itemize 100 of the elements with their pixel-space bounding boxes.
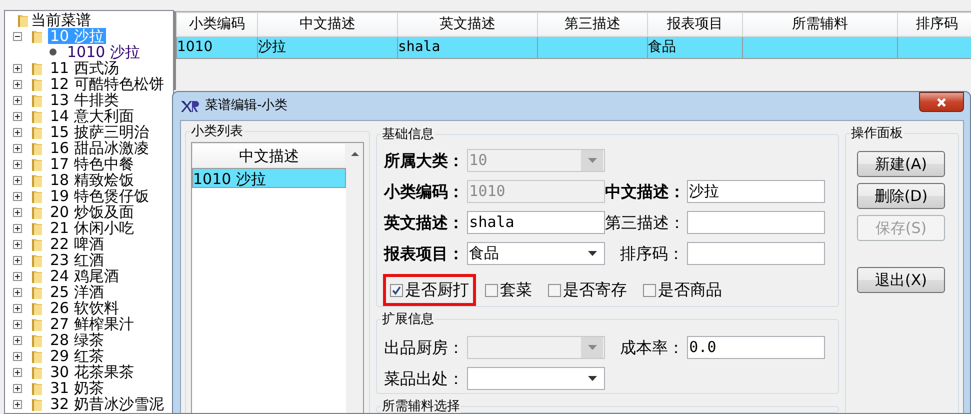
- expand-icon[interactable]: [13, 128, 22, 136]
- tree-root-label[interactable]: 当前菜谱: [29, 12, 93, 28]
- column-header[interactable]: 第三描述: [538, 12, 648, 36]
- field-label: 所属大类：: [382, 150, 466, 172]
- column-header[interactable]: 中文描述: [258, 12, 398, 36]
- action-button[interactable]: 删除(D): [856, 183, 945, 209]
- expand-icon[interactable]: [13, 240, 22, 248]
- folder-icon: [31, 332, 43, 348]
- column-header[interactable]: 报表项目: [648, 12, 742, 36]
- folder-icon: [31, 140, 43, 156]
- tree-item[interactable]: 19 特色煲仔饭: [48, 188, 151, 204]
- input-field[interactable]: [687, 242, 826, 265]
- bullet-icon: [49, 48, 57, 56]
- tree-item[interactable]: 17 特色中餐: [48, 156, 136, 172]
- column-header[interactable]: 中文描述: [192, 143, 346, 168]
- field-label: 英文描述：: [383, 212, 466, 234]
- tree-item[interactable]: 12 可酷特色松饼: [48, 76, 166, 92]
- folder-icon: [31, 300, 43, 316]
- expand-icon[interactable]: [13, 320, 22, 328]
- input-field[interactable]: [687, 211, 826, 234]
- folder-icon: [31, 220, 43, 236]
- input-field[interactable]: 沙拉: [687, 180, 826, 203]
- field-label: 菜品出处：: [383, 368, 466, 390]
- tree-item[interactable]: 30 花茶果茶: [48, 364, 136, 380]
- tree-item[interactable]: 16 甜品冰激凌: [48, 140, 151, 156]
- tree-item[interactable]: 32 奶昔冰沙雪泥: [48, 396, 166, 412]
- expand-icon[interactable]: [13, 96, 22, 104]
- action-button[interactable]: 退出(X): [856, 267, 945, 293]
- expand-icon[interactable]: [13, 336, 22, 344]
- checkbox[interactable]: 是否寄存: [544, 277, 632, 303]
- input-field[interactable]: 0.0: [687, 336, 826, 359]
- tree-item[interactable]: 28 绿茶: [48, 332, 106, 348]
- folder-icon: [31, 108, 43, 124]
- expand-icon[interactable]: [13, 256, 22, 264]
- column-header[interactable]: 英文描述: [398, 12, 538, 36]
- checkbox[interactable]: 套菜: [481, 277, 536, 303]
- tree-item[interactable]: 22 啤酒: [48, 236, 106, 252]
- tree-item[interactable]: 18 精致烩饭: [48, 172, 136, 188]
- collapse-icon[interactable]: [13, 32, 22, 40]
- expand-icon[interactable]: [13, 64, 22, 72]
- folder-icon: [31, 252, 43, 268]
- close-button[interactable]: [919, 92, 964, 112]
- checkbox[interactable]: 是否厨打: [386, 277, 474, 303]
- column-header[interactable]: 所需辅料: [742, 12, 898, 36]
- expand-icon[interactable]: [13, 400, 22, 408]
- table-cell: shala: [398, 36, 538, 58]
- column-header[interactable]: 排序码: [898, 12, 971, 36]
- expand-icon[interactable]: [13, 368, 22, 376]
- expand-icon[interactable]: [13, 176, 22, 184]
- tree-item[interactable]: 27 鲜榨果汁: [48, 316, 136, 332]
- tree-item[interactable]: 29 红茶: [48, 348, 106, 364]
- folder-icon: [31, 124, 43, 140]
- dropdown-field[interactable]: [467, 367, 606, 390]
- folder-icon: [31, 380, 43, 396]
- folder-icon: [31, 396, 43, 412]
- tree-item[interactable]: 15 披萨三明治: [48, 124, 151, 140]
- group-title: 扩展信息: [381, 312, 436, 327]
- field-label: 中文描述：: [605, 180, 686, 202]
- table-cell: 食品: [648, 36, 742, 58]
- expand-icon[interactable]: [13, 224, 22, 232]
- tree-item[interactable]: 26 软饮料: [48, 300, 121, 316]
- tree-item[interactable]: 1010 沙拉: [65, 44, 142, 60]
- tree-item[interactable]: 11 西式汤: [48, 60, 121, 76]
- expand-icon[interactable]: [13, 192, 22, 200]
- scroll-up-icon: [350, 151, 359, 157]
- field-label: 报表项目：: [382, 242, 466, 264]
- field-label: 成本率：: [619, 336, 686, 358]
- caret-icon: [588, 345, 597, 350]
- expand-icon[interactable]: [13, 160, 22, 168]
- tree-item[interactable]: 31 奶茶: [48, 380, 106, 396]
- group-title: 操作面板: [850, 126, 904, 141]
- expand-icon[interactable]: [13, 112, 22, 120]
- field-label: 出品厨房：: [383, 336, 466, 358]
- field-label: 小类编码：: [382, 180, 466, 202]
- dropdown-field[interactable]: 食品: [467, 242, 606, 265]
- folder-icon: [31, 348, 43, 364]
- action-button[interactable]: 新建(A): [856, 151, 945, 177]
- input-field[interactable]: shala: [467, 211, 606, 234]
- expand-icon[interactable]: [13, 384, 22, 392]
- expand-icon[interactable]: [13, 352, 22, 360]
- tree-item[interactable]: 20 炒饭及面: [48, 204, 136, 220]
- expand-icon[interactable]: [13, 144, 22, 152]
- expand-icon[interactable]: [13, 80, 22, 88]
- checkbox[interactable]: 是否商品: [639, 277, 726, 303]
- column-header[interactable]: 小类编码: [176, 12, 258, 36]
- expand-icon[interactable]: [13, 272, 22, 280]
- caret-icon: [588, 158, 597, 163]
- list-item[interactable]: 1010 沙拉: [192, 168, 346, 188]
- tree-item[interactable]: 13 牛排类: [48, 92, 121, 108]
- tree-item[interactable]: 23 红酒: [48, 252, 106, 268]
- tree-item[interactable]: 14 意大利面: [48, 108, 136, 124]
- tree-item[interactable]: 24 鸡尾酒: [48, 268, 121, 284]
- folder-icon: [31, 60, 43, 76]
- tree-item[interactable]: 25 洋酒: [48, 284, 106, 300]
- field-label: 第三描述：: [605, 212, 686, 234]
- tree-item[interactable]: 21 休闲小吃: [48, 220, 136, 236]
- expand-icon[interactable]: [13, 208, 22, 216]
- expand-icon[interactable]: [13, 288, 22, 296]
- folder-icon: [31, 28, 43, 44]
- expand-icon[interactable]: [13, 304, 22, 312]
